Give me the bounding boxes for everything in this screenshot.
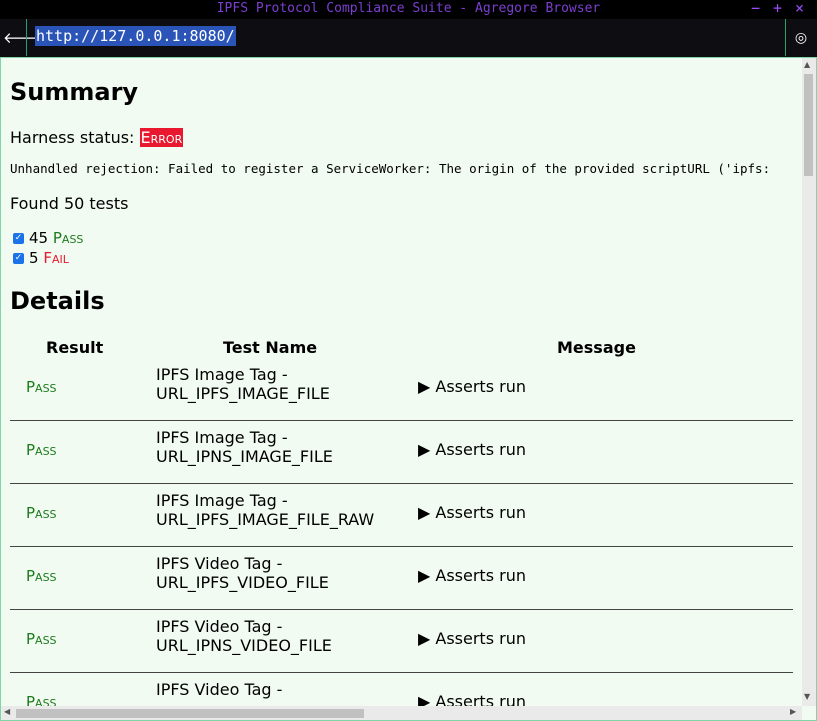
- maximize-button[interactable]: +: [773, 0, 782, 17]
- horizontal-scroll-thumb[interactable]: [16, 709, 364, 718]
- address-bar[interactable]: http://127.0.0.1:8080/: [26, 19, 786, 56]
- pass-count: 45: [29, 229, 49, 247]
- table-row: Pass IPFS Image Tag - URL_IPFS_IMAGE_FILE…: [10, 357, 793, 421]
- row-result: Pass: [26, 504, 57, 522]
- horizontal-scrollbar[interactable]: ◀ ▶: [1, 706, 802, 720]
- fail-label: Fail: [43, 249, 69, 267]
- row-test-name: IPFS Video Tag -: [156, 680, 283, 699]
- column-result: Result: [46, 338, 104, 357]
- row-result: Pass: [26, 441, 57, 459]
- found-tests-text: Found 50 tests: [10, 194, 129, 213]
- settings-icon[interactable]: ◎: [790, 28, 812, 48]
- row-result: Pass: [26, 567, 57, 585]
- row-test-name: IPFS Image Tag - URL_IPFS_IMAGE_FILE: [156, 365, 330, 403]
- vertical-scroll-thumb[interactable]: [804, 74, 813, 176]
- window-title: IPFS Protocol Compliance Suite - Agregor…: [216, 1, 601, 16]
- url-input[interactable]: http://127.0.0.1:8080/: [35, 26, 236, 49]
- filter-fail: ✓ 5 Fail: [10, 249, 69, 267]
- harness-status-label: Harness status:: [10, 128, 135, 147]
- minimize-button[interactable]: −: [751, 0, 760, 17]
- asserts-toggle[interactable]: ▶ Asserts run: [418, 503, 526, 522]
- row-test-name: IPFS Image Tag - URL_IPNS_IMAGE_FILE: [156, 428, 333, 466]
- summary-heading: Summary: [10, 78, 139, 106]
- asserts-toggle[interactable]: ▶ Asserts run: [418, 566, 526, 585]
- page-viewport[interactable]: Summary Harness status: Error Unhandled …: [0, 57, 817, 721]
- scroll-down-icon[interactable]: ▼: [804, 692, 810, 701]
- scroll-up-icon[interactable]: ▲: [804, 60, 810, 69]
- back-arrow-icon[interactable]: 🡐: [3, 28, 43, 48]
- column-test-name: Test Name: [223, 338, 318, 357]
- row-result: Pass: [26, 378, 57, 396]
- scroll-left-icon[interactable]: ◀: [4, 707, 10, 716]
- asserts-toggle[interactable]: ▶ Asserts run: [418, 377, 526, 396]
- fail-checkbox[interactable]: ✓: [13, 252, 24, 264]
- close-button[interactable]: ×: [795, 0, 804, 17]
- pass-label: Pass: [52, 229, 84, 247]
- table-row: Pass IPFS Video Tag - URL_IPNS_VIDEO_FILE…: [10, 609, 793, 673]
- table-row: Pass IPFS Image Tag - URL_IPFS_IMAGE_FILE…: [10, 483, 793, 547]
- row-test-name: IPFS Video Tag - URL_IPFS_VIDEO_FILE: [156, 554, 329, 592]
- title-bar: IPFS Protocol Compliance Suite - Agregor…: [0, 0, 817, 19]
- vertical-scrollbar[interactable]: ▲ ▼: [802, 58, 816, 706]
- scroll-right-icon[interactable]: ▶: [790, 707, 796, 716]
- column-message: Message: [557, 338, 636, 357]
- fail-count: 5: [29, 249, 39, 267]
- table-row: Pass IPFS Video Tag - URL_IPFS_VIDEO_FILE…: [10, 546, 793, 610]
- row-test-name: IPFS Video Tag - URL_IPNS_VIDEO_FILE: [156, 617, 332, 655]
- url-text: http://127.0.0.1:8080/: [35, 26, 236, 46]
- asserts-toggle[interactable]: ▶ Asserts run: [418, 629, 526, 648]
- browser-toolbar: 🡐 http://127.0.0.1:8080/ ◎: [0, 19, 817, 58]
- row-result: Pass: [26, 630, 57, 648]
- table-row: Pass IPFS Image Tag - URL_IPNS_IMAGE_FILE…: [10, 420, 793, 484]
- filter-pass: ✓ 45 Pass: [10, 229, 83, 247]
- asserts-toggle[interactable]: ▶ Asserts run: [418, 440, 526, 459]
- harness-status-line: Harness status: Error: [10, 128, 184, 147]
- row-test-name: IPFS Image Tag - URL_IPFS_IMAGE_FILE_RAW: [156, 491, 375, 529]
- rejection-message: Unhandled rejection: Failed to register …: [10, 161, 771, 176]
- harness-status-badge: Error: [139, 128, 184, 147]
- details-heading: Details: [10, 287, 105, 315]
- pass-checkbox[interactable]: ✓: [13, 232, 24, 244]
